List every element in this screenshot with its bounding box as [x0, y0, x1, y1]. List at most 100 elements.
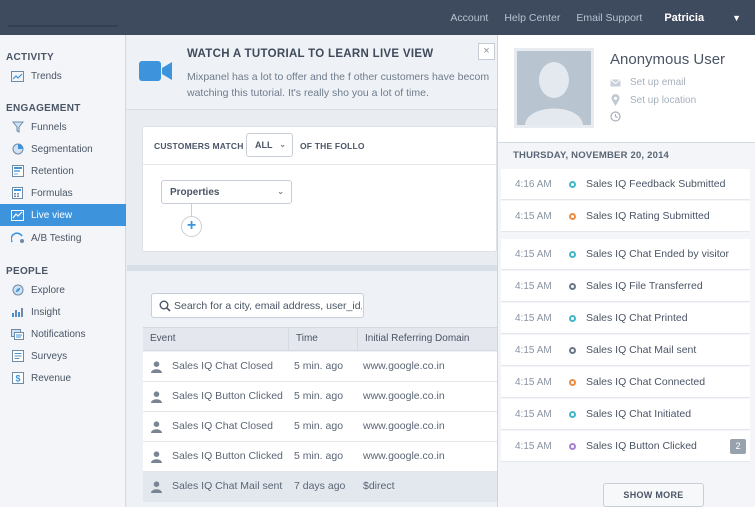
sidebar-item-insight[interactable]: Insight	[0, 301, 126, 323]
properties-select[interactable]: Properties ⌄	[161, 180, 292, 204]
activity-date-header: THURSDAY, NOVEMBER 20, 2014	[513, 150, 670, 161]
activity-item[interactable]: 4:15 AM Sales IQ Chat Ended by visitor	[501, 239, 750, 270]
filter-match-row: CUSTOMERS MATCH ALL ⌄ OF THE FOLLO	[143, 127, 498, 165]
sidebar-item-retention[interactable]: Retention	[0, 160, 126, 182]
column-header-time[interactable]: Time	[289, 328, 358, 351]
sidebar: ACTIVITY Trends ENGAGEMENT Funnels Segme…	[0, 35, 126, 507]
status-dot-icon	[569, 251, 576, 258]
activity-item[interactable]: 4:15 AM Sales IQ Chat Mail sent	[501, 335, 750, 366]
sidebar-item-live-view[interactable]: Live view	[0, 204, 126, 226]
logo-area	[8, 25, 118, 27]
match-select[interactable]: ALL ⌄	[246, 133, 293, 157]
set-up-email-link[interactable]: Set up email	[610, 77, 686, 88]
live-view-icon	[11, 209, 24, 221]
search-input[interactable]	[174, 297, 362, 315]
properties-select-value: Properties	[170, 187, 220, 198]
tutorial-line-1: Mixpanel has a lot to offer and the f ot…	[187, 71, 490, 83]
tutorial-line-2: watching this tutorial. It's really sho …	[187, 87, 429, 99]
top-nav: Account Help Center Email Support Patric…	[434, 0, 741, 35]
of-the-following-label: OF THE FOLLO	[300, 141, 365, 151]
match-select-value: ALL	[255, 140, 273, 150]
sidebar-item-funnels[interactable]: Funnels	[0, 116, 126, 138]
user-icon	[151, 451, 162, 466]
activity-time: 4:15 AM	[515, 249, 552, 260]
trends-icon	[11, 70, 24, 82]
activity-item[interactable]: 4:15 AM Sales IQ Button Clicked 2	[501, 431, 750, 462]
tutorial-banner: WATCH A TUTORIAL TO LEARN LIVE VIEW Mixp…	[127, 35, 497, 110]
table-row[interactable]: Sales IQ Button Clicked 5 min. ago www.g…	[143, 442, 497, 472]
sidebar-item-surveys[interactable]: Surveys	[0, 345, 126, 367]
sidebar-item-explore[interactable]: Explore	[0, 279, 126, 301]
sidebar-item-label: Surveys	[31, 350, 68, 362]
help-center-link[interactable]: Help Center	[504, 12, 560, 24]
sidebar-item-revenue[interactable]: $ Revenue	[0, 367, 126, 389]
event-time: 5 min. ago	[294, 420, 344, 432]
surveys-icon	[11, 350, 24, 362]
sidebar-item-label: Explore	[31, 284, 65, 296]
sidebar-item-label: Live view	[31, 209, 73, 221]
status-dot-icon	[569, 379, 576, 386]
column-header-event[interactable]: Event	[143, 328, 289, 351]
sidebar-item-label: Trends	[31, 70, 62, 82]
user-icon	[151, 361, 162, 376]
activity-name: Sales IQ Chat Connected	[586, 376, 706, 388]
table-row[interactable]: Sales IQ Chat Mail sent 7 days ago $dire…	[143, 472, 497, 502]
event-name: Sales IQ Chat Closed	[172, 420, 273, 432]
envelope-icon	[610, 78, 621, 87]
activity-time: 4:15 AM	[515, 313, 552, 324]
events-panel: Event Time Initial Referring Domain Sale…	[127, 271, 497, 507]
event-name: Sales IQ Chat Closed	[172, 360, 273, 372]
section-title-activity: ACTIVITY	[6, 52, 54, 63]
event-time: 5 min. ago	[294, 360, 344, 372]
event-domain: www.google.co.in	[363, 360, 445, 372]
activity-item[interactable]: 4:15 AM Sales IQ Chat Initiated	[501, 399, 750, 430]
user-icon	[151, 391, 162, 406]
sidebar-item-notifications[interactable]: Notifications	[0, 323, 126, 345]
table-header: Event Time Initial Referring Domain	[143, 327, 497, 351]
event-name: Sales IQ Button Clicked	[172, 450, 283, 462]
timezone-line	[610, 111, 630, 122]
activity-item[interactable]: 4:15 AM Sales IQ File Transferred	[501, 271, 750, 302]
activity-item[interactable]: 4:15 AM Sales IQ Rating Submitted	[501, 201, 750, 232]
event-time: 7 days ago	[294, 480, 346, 492]
sidebar-item-segmentation[interactable]: Segmentation	[0, 138, 126, 160]
event-domain: www.google.co.in	[363, 420, 445, 432]
activity-item[interactable]: 4:15 AM Sales IQ Chat Connected	[501, 367, 750, 398]
table-row[interactable]: Sales IQ Button Clicked 5 min. ago www.g…	[143, 382, 497, 412]
revenue-icon: $	[11, 372, 24, 384]
user-icon	[151, 421, 162, 436]
section-title-engagement: ENGAGEMENT	[6, 103, 81, 114]
show-more-button[interactable]: SHOW MORE	[603, 483, 704, 507]
activity-time: 4:15 AM	[515, 409, 552, 420]
set-up-location-link[interactable]: Set up location	[610, 94, 696, 106]
svg-text:$: $	[15, 374, 20, 384]
sidebar-item-formulas[interactable]: Formulas	[0, 182, 126, 204]
activity-item[interactable]: 4:16 AM Sales IQ Feedback Submitted	[501, 169, 750, 200]
explore-icon	[11, 284, 24, 296]
retention-icon	[11, 165, 24, 177]
activity-time: 4:15 AM	[515, 441, 552, 452]
search-box	[151, 293, 364, 318]
location-pin-icon	[610, 94, 621, 106]
column-header-domain[interactable]: Initial Referring Domain	[358, 328, 497, 351]
tutorial-text: Mixpanel has a lot to offer and the f ot…	[187, 69, 495, 101]
sidebar-item-ab-testing[interactable]: A/B Testing	[0, 227, 126, 249]
user-menu[interactable]: Patricia	[664, 12, 704, 24]
add-filter-button[interactable]: +	[181, 216, 202, 237]
table-row[interactable]: Sales IQ Chat Closed 5 min. ago www.goog…	[143, 412, 497, 442]
video-camera-icon[interactable]	[139, 61, 172, 84]
close-banner-button[interactable]: ×	[478, 43, 495, 60]
avatar	[514, 48, 594, 128]
account-link[interactable]: Account	[450, 12, 488, 24]
activity-item[interactable]: 4:15 AM Sales IQ Chat Printed	[501, 303, 750, 334]
sidebar-item-trends[interactable]: Trends	[0, 65, 126, 87]
activity-name: Sales IQ Chat Mail sent	[586, 344, 697, 356]
status-dot-icon	[569, 315, 576, 322]
activity-name: Sales IQ Feedback Submitted	[586, 178, 726, 190]
table-row[interactable]: Sales IQ Chat Closed 5 min. ago www.goog…	[143, 352, 497, 382]
email-support-link[interactable]: Email Support	[576, 12, 642, 24]
customer-filter: CUSTOMERS MATCH ALL ⌄ OF THE FOLLO Prope…	[142, 126, 498, 252]
chevron-down-icon[interactable]: ▼	[732, 13, 741, 23]
notifications-icon	[11, 328, 24, 340]
count-badge: 2	[730, 439, 746, 454]
